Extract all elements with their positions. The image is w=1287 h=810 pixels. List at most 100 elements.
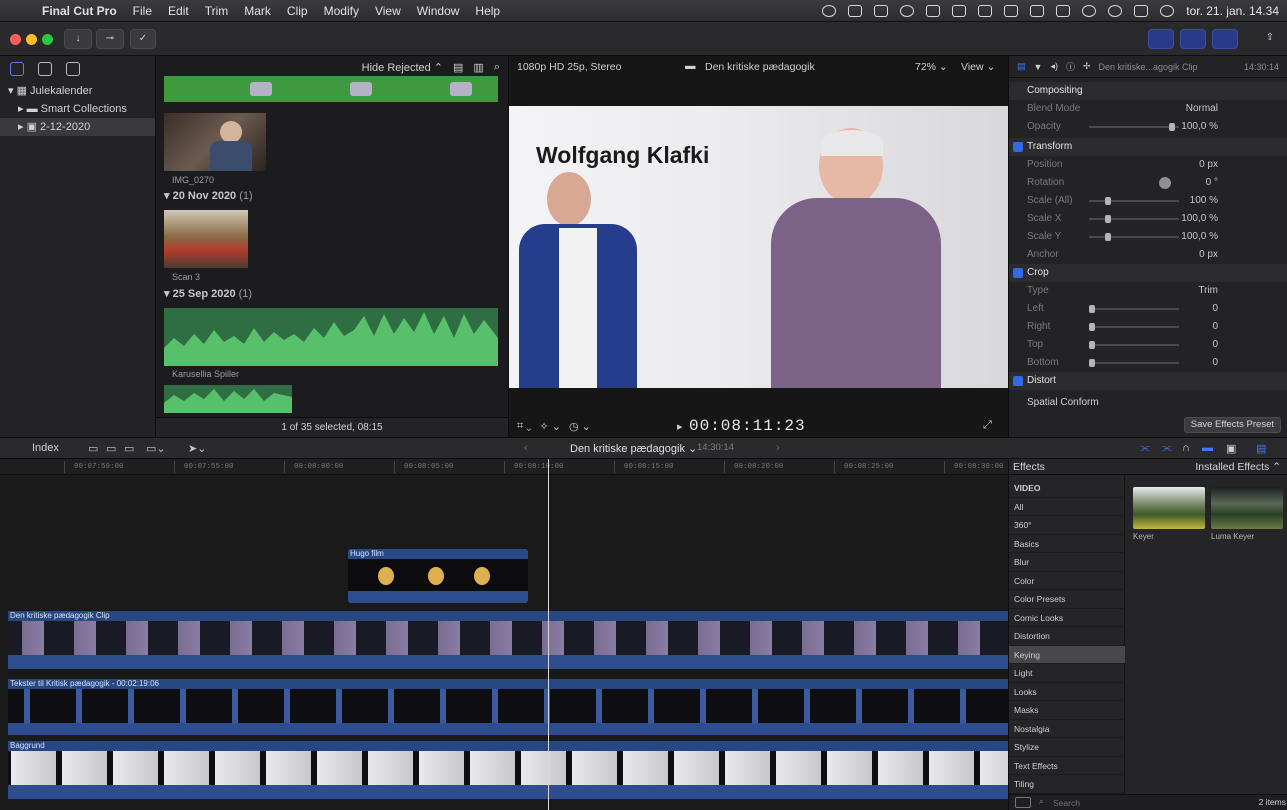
keywords-button[interactable]: ⊸ (96, 29, 124, 49)
apple-menu-icon[interactable] (12, 4, 26, 18)
date-group-header[interactable]: ▾ 25 Sep 2020 (1) (164, 287, 252, 300)
library-item-smart-collections[interactable]: ▸ ▬ Smart Collections (0, 100, 155, 118)
slider-knob[interactable] (1089, 359, 1095, 367)
import-button[interactable]: ↓ (64, 29, 92, 49)
battery-icon[interactable] (1056, 5, 1071, 17)
photos-audio-tab-icon[interactable] (38, 62, 52, 76)
row-crop-right[interactable]: Right 0 (1009, 318, 1287, 336)
info-inspector-icon[interactable]: ⓘ (1066, 60, 1075, 73)
category-masks[interactable]: Masks (1009, 701, 1125, 720)
show-inspector-button[interactable] (1212, 29, 1238, 49)
status-icon-6[interactable] (952, 5, 967, 17)
clip-hugo-film[interactable]: Hugo film (348, 549, 528, 603)
audio-clip-second[interactable] (164, 385, 292, 413)
color-inspector-icon[interactable]: ▼ (1034, 62, 1043, 72)
category-text-effects[interactable]: Text Effects (1009, 757, 1125, 775)
slider-knob[interactable] (1089, 323, 1095, 331)
category-basics[interactable]: Basics (1009, 535, 1125, 553)
library-item-event[interactable]: ▸ ▣ 2-12-2020 (0, 118, 155, 136)
crop-right-slider[interactable] (1089, 326, 1179, 328)
installed-effects-popup[interactable]: Installed Effects ⌃ (1195, 459, 1281, 475)
spotlight-icon[interactable] (1108, 5, 1123, 17)
category-distortion[interactable]: Distortion (1009, 627, 1125, 646)
status-icon-5[interactable] (926, 5, 941, 17)
headphones-icon[interactable]: ∩ (1182, 442, 1190, 454)
section-crop[interactable]: Crop (1009, 264, 1287, 282)
row-scale-all[interactable]: Scale (All) 100 % (1009, 192, 1287, 210)
rotation-dial-icon[interactable] (1159, 177, 1171, 189)
zoom-window-icon[interactable] (42, 34, 53, 45)
menu-help[interactable]: Help (475, 4, 500, 18)
effects-browser-icon[interactable]: ▤ (1256, 442, 1266, 455)
row-position[interactable]: Position 0 px (1009, 156, 1287, 174)
distort-checkbox[interactable] (1013, 376, 1023, 386)
minimize-window-icon[interactable] (26, 34, 37, 45)
menu-app[interactable]: Final Cut Pro (42, 4, 117, 18)
clip-background[interactable]: Baggrund (8, 741, 1008, 799)
menu-trim[interactable]: Trim (205, 4, 229, 18)
crop-bottom-slider[interactable] (1089, 362, 1179, 364)
overwrite-edit-icon[interactable]: ▭⌄ (146, 442, 166, 455)
effects-search-input[interactable] (1053, 796, 1203, 809)
category-blur[interactable]: Blur (1009, 553, 1125, 572)
timecode-display[interactable]: 00:08:11:23 (689, 417, 806, 435)
menu-mark[interactable]: Mark (244, 4, 271, 18)
close-window-icon[interactable] (10, 34, 21, 45)
insert-edit-icon[interactable]: ▭ (106, 442, 116, 455)
clip-thumb-img0270[interactable] (164, 113, 266, 171)
row-scale-x[interactable]: Scale X 100,0 % (1009, 210, 1287, 228)
sidebar-toggle-icon[interactable] (1015, 797, 1031, 808)
play-icon[interactable]: ▸ (677, 420, 683, 433)
scale-x-slider[interactable] (1089, 218, 1179, 220)
row-opacity[interactable]: Opacity 100,0 % (1009, 118, 1287, 136)
audio-inspector-icon[interactable]: ◂) (1050, 61, 1058, 72)
row-crop-left[interactable]: Left 0 (1009, 300, 1287, 318)
status-icon-1[interactable] (822, 5, 837, 17)
siri-icon[interactable] (1160, 5, 1175, 17)
row-crop-bottom[interactable]: Bottom 0 (1009, 354, 1287, 372)
filter-popup[interactable]: Hide Rejected ⌃ (362, 61, 443, 74)
category-looks[interactable]: Looks (1009, 683, 1125, 701)
scale-y-slider[interactable] (1089, 236, 1179, 238)
zoom-popup[interactable]: 72% ⌄ (915, 61, 948, 73)
forward-icon[interactable]: › (776, 442, 780, 454)
menu-edit[interactable]: Edit (168, 4, 189, 18)
category-color-presets[interactable]: Color Presets (1009, 590, 1125, 609)
speed-tool-icon[interactable]: ◷ ⌄ (569, 420, 591, 433)
status-icon-3[interactable] (874, 5, 889, 17)
audio-clip-karusellia[interactable] (164, 308, 498, 366)
category-tiling[interactable]: Tiling (1009, 775, 1125, 794)
transform-checkbox[interactable] (1013, 142, 1023, 152)
timeline-project-name[interactable]: Den kritiske pædagogik ⌄ (570, 442, 697, 455)
audio-skimming-icon[interactable]: ⫘ (1140, 442, 1150, 455)
row-blend-mode[interactable]: Blend Mode Normal (1009, 100, 1287, 118)
status-icon-7[interactable] (978, 5, 993, 17)
category-nostalgia[interactable]: Nostalgia (1009, 720, 1125, 738)
category-color[interactable]: Color (1009, 572, 1125, 590)
menu-modify[interactable]: Modify (324, 4, 359, 18)
snapping-icon[interactable]: ▬ (1202, 442, 1213, 454)
row-scale-y[interactable]: Scale Y 100,0 % (1009, 228, 1287, 246)
libraries-tab-icon[interactable] (10, 62, 24, 76)
back-icon[interactable]: ‹ (524, 442, 528, 454)
row-rotation[interactable]: Rotation 0 ° (1009, 174, 1287, 192)
filmstrip-icon[interactable]: ▥ (473, 61, 483, 74)
category-360[interactable]: 360° (1009, 516, 1125, 535)
volume-icon[interactable] (1030, 5, 1045, 17)
clip-thumb-scan3[interactable] (164, 210, 248, 268)
timeline[interactable]: 00:07:50:00 00:07:55:00 00:08:00:00 00:0… (0, 459, 1008, 810)
row-anchor[interactable]: Anchor 0 px (1009, 246, 1287, 264)
scale-slider[interactable] (1089, 200, 1179, 202)
color-tool-icon[interactable]: ✧ ⌄ (539, 420, 561, 433)
slider-knob[interactable] (1089, 305, 1095, 313)
date-group-header[interactable]: ▾ 20 Nov 2020 (1) (164, 189, 253, 202)
slider-knob[interactable] (1089, 341, 1095, 349)
menu-view[interactable]: View (375, 4, 401, 18)
slider-knob[interactable] (1105, 197, 1111, 205)
show-timeline-button[interactable] (1180, 29, 1206, 49)
effect-thumb-keyer[interactable] (1133, 487, 1205, 529)
section-distort[interactable]: Distort (1009, 372, 1287, 390)
video-inspector-icon[interactable]: ▤ (1017, 61, 1026, 72)
library-item-julekalender[interactable]: ▾ ▦ Julekalender (0, 82, 155, 100)
effect-thumb-luma-keyer[interactable] (1211, 487, 1283, 529)
